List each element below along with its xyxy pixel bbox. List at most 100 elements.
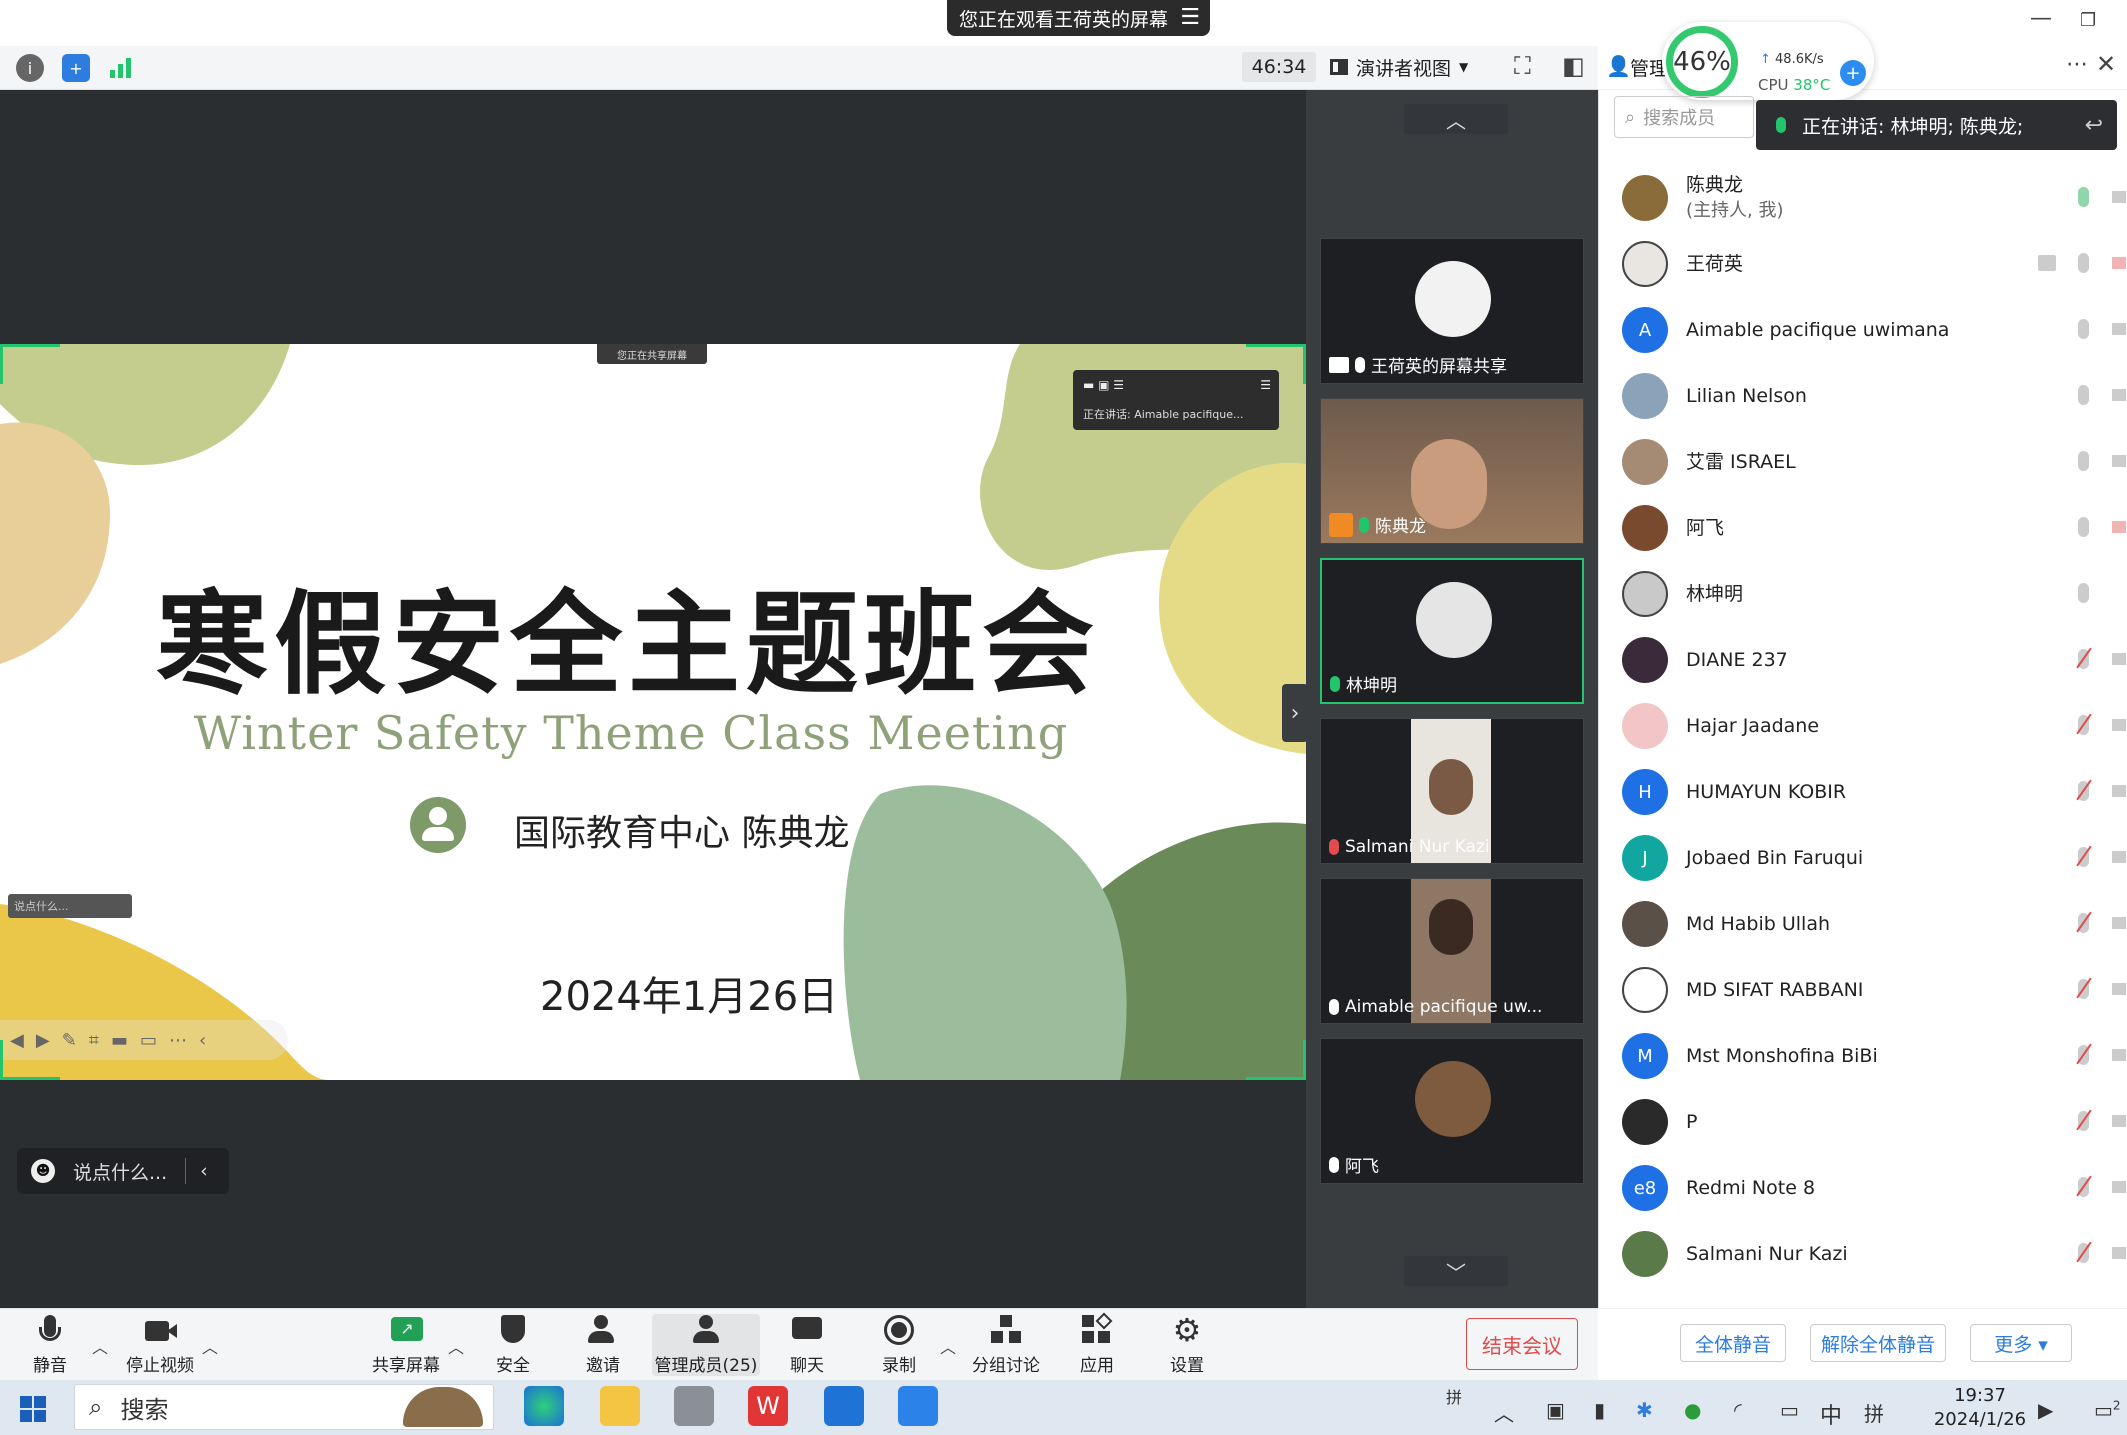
- participant-row[interactable]: A Aimable pacifique uwimana: [1598, 297, 2127, 363]
- more-button[interactable]: 更多 ▾: [1970, 1324, 2072, 1362]
- camera-icon[interactable]: [2112, 1049, 2126, 1061]
- participant-row[interactable]: 王荷英: [1598, 231, 2127, 297]
- windows-start-icon[interactable]: [20, 1396, 46, 1422]
- mic-tray-icon[interactable]: ▮: [1594, 1398, 1605, 1422]
- ime-language[interactable]: 中: [1820, 1398, 1842, 1430]
- gallery-scroll-up[interactable]: ︿: [1404, 104, 1508, 134]
- caret-up-icon[interactable]: ︿: [940, 1334, 956, 1358]
- bluetooth-icon[interactable]: ✱: [1636, 1398, 1653, 1422]
- mini-window-icons[interactable]: ▬ ▣ ☰: [1083, 378, 1124, 392]
- mini-chat-input[interactable]: 说点什么...: [8, 894, 132, 918]
- camera-icon[interactable]: [2112, 785, 2126, 797]
- participant-row[interactable]: M Mst Monshofina BiBi: [1598, 1023, 2127, 1089]
- mic-muted-icon[interactable]: [2078, 979, 2089, 999]
- edge-icon[interactable]: [524, 1386, 564, 1426]
- chat-quick-input[interactable]: ☻ 说点什么... ‹: [17, 1148, 229, 1194]
- mic-muted-icon[interactable]: [2078, 1243, 2089, 1263]
- camera-icon[interactable]: [2112, 653, 2126, 665]
- stop-video-button[interactable]: 停止视频: [122, 1314, 198, 1376]
- participant-row[interactable]: P: [1598, 1089, 2127, 1155]
- folder-icon[interactable]: [600, 1386, 640, 1426]
- camera-icon[interactable]: [2112, 191, 2126, 203]
- camera-icon[interactable]: [2112, 851, 2126, 863]
- participant-row[interactable]: 艾雷 ISRAEL: [1598, 429, 2127, 495]
- mic-muted-icon[interactable]: [2078, 1045, 2089, 1065]
- mic-muted-icon[interactable]: [2078, 1111, 2089, 1131]
- app-thumbnail-icon[interactable]: [674, 1386, 714, 1426]
- participant-row[interactable]: H HUMAYUN KOBIR: [1598, 759, 2127, 825]
- reply-icon[interactable]: ↩: [2085, 113, 2103, 138]
- cpu-monitor-widget[interactable]: 46% ↑ 48.6K/s CPU 38°C +: [1662, 22, 1874, 100]
- security-tray-icon[interactable]: ●: [1684, 1398, 1701, 1422]
- chevron-up-icon[interactable]: ︿: [1494, 1398, 1514, 1427]
- gallery-collapse-button[interactable]: ›: [1282, 684, 1308, 742]
- mic-muted-icon[interactable]: [2078, 715, 2089, 735]
- mic-icon[interactable]: [2078, 187, 2089, 207]
- participant-row[interactable]: DIANE 237: [1598, 627, 2127, 693]
- security-button[interactable]: 安全: [488, 1314, 538, 1376]
- screenshot-icon[interactable]: ⌗: [89, 1030, 99, 1051]
- caret-up-icon[interactable]: ︿: [202, 1334, 218, 1358]
- video-tile[interactable]: 王荷英的屏幕共享: [1320, 238, 1584, 384]
- camera-icon[interactable]: [2112, 389, 2126, 401]
- comment-icon[interactable]: ▭: [140, 1030, 157, 1051]
- participant-row[interactable]: e8 Redmi Note 8: [1598, 1155, 2127, 1221]
- viewing-banner[interactable]: 您正在观看王荷英的屏幕 ☰: [947, 0, 1210, 36]
- camera-icon[interactable]: [2112, 719, 2126, 731]
- camera-icon[interactable]: [2112, 521, 2126, 533]
- participant-row[interactable]: 林坤明: [1598, 561, 2127, 627]
- chat-button[interactable]: 聊天: [782, 1314, 832, 1376]
- signal-icon[interactable]: [110, 58, 132, 78]
- participant-row[interactable]: 阿飞: [1598, 495, 2127, 561]
- more-icon[interactable]: ⋯: [169, 1030, 187, 1051]
- tray-app-icon[interactable]: ▣: [1546, 1398, 1565, 1422]
- camera-icon[interactable]: [2112, 257, 2126, 269]
- video-tile[interactable]: Aimable pacifique uw...: [1320, 878, 1584, 1024]
- camera-icon[interactable]: [2112, 1181, 2126, 1193]
- taskbar-clock[interactable]: 19:37 2024/1/26: [1900, 1384, 2060, 1432]
- participant-row[interactable]: Salmani Nur Kazi: [1598, 1221, 2127, 1287]
- manage-participants-button[interactable]: 管理成员(25): [652, 1314, 760, 1376]
- sidebar-toggle-icon[interactable]: ◧: [1562, 52, 1585, 80]
- mic-muted-icon[interactable]: [2078, 913, 2089, 933]
- participant-row[interactable]: Lilian Nelson: [1598, 363, 2127, 429]
- mic-muted-icon[interactable]: [2078, 847, 2089, 867]
- share-screen-button[interactable]: ↗ 共享屏幕: [368, 1314, 444, 1376]
- video-tile-active-speaker[interactable]: 林坤明: [1320, 558, 1584, 704]
- wps-icon[interactable]: W: [748, 1386, 788, 1426]
- info-icon[interactable]: i: [16, 54, 44, 82]
- input-method-icon[interactable]: 拼: [1446, 1384, 1462, 1408]
- mic-icon[interactable]: [2078, 319, 2089, 339]
- mute-button[interactable]: 静音: [22, 1314, 78, 1376]
- pen-icon[interactable]: ✎: [62, 1030, 77, 1051]
- participant-row[interactable]: Md Habib Ullah: [1598, 891, 2127, 957]
- invite-button[interactable]: 邀请: [578, 1314, 628, 1376]
- mic-icon[interactable]: [2078, 253, 2089, 273]
- camera-icon[interactable]: [2112, 1115, 2126, 1127]
- participant-row[interactable]: J Jobaed Bin Faruqui: [1598, 825, 2127, 891]
- taskbar-search[interactable]: ⌕ 搜索: [74, 1384, 494, 1430]
- mic-icon[interactable]: [2078, 517, 2089, 537]
- view-selector[interactable]: 演讲者视图 ▼: [1330, 50, 1492, 84]
- camera-icon[interactable]: [2112, 983, 2126, 995]
- mute-all-button[interactable]: 全体静音: [1680, 1324, 1786, 1362]
- battery-icon[interactable]: ▭: [1780, 1398, 1799, 1422]
- wifi-icon[interactable]: ◜: [1734, 1398, 1742, 1422]
- ime-mode[interactable]: 拼: [1864, 1398, 1884, 1427]
- collapse-icon[interactable]: ‹: [199, 1030, 206, 1051]
- gallery-scroll-down[interactable]: ﹀: [1404, 1256, 1508, 1286]
- breakout-button[interactable]: 分组讨论: [970, 1314, 1042, 1376]
- meeting-app-icon[interactable]: [824, 1386, 864, 1426]
- participant-row[interactable]: Hajar Jaadane: [1598, 693, 2127, 759]
- participant-row[interactable]: MD SIFAT RABBANI: [1598, 957, 2127, 1023]
- record-button[interactable]: 录制: [874, 1314, 924, 1376]
- chevron-left-icon[interactable]: ‹: [200, 1160, 208, 1182]
- member-search-input[interactable]: ⌕ 搜索成员: [1614, 96, 1754, 138]
- camera-icon[interactable]: [2112, 455, 2126, 467]
- video-tile[interactable]: 陈典龙: [1320, 398, 1584, 544]
- caret-up-icon[interactable]: ︿: [448, 1334, 464, 1358]
- list-icon[interactable]: ☰: [1180, 5, 1200, 30]
- show-desktop-icon[interactable]: ▶: [2038, 1398, 2053, 1422]
- close-icon[interactable]: ✕: [2096, 50, 2116, 78]
- minimize-icon[interactable]: —: [2030, 6, 2052, 31]
